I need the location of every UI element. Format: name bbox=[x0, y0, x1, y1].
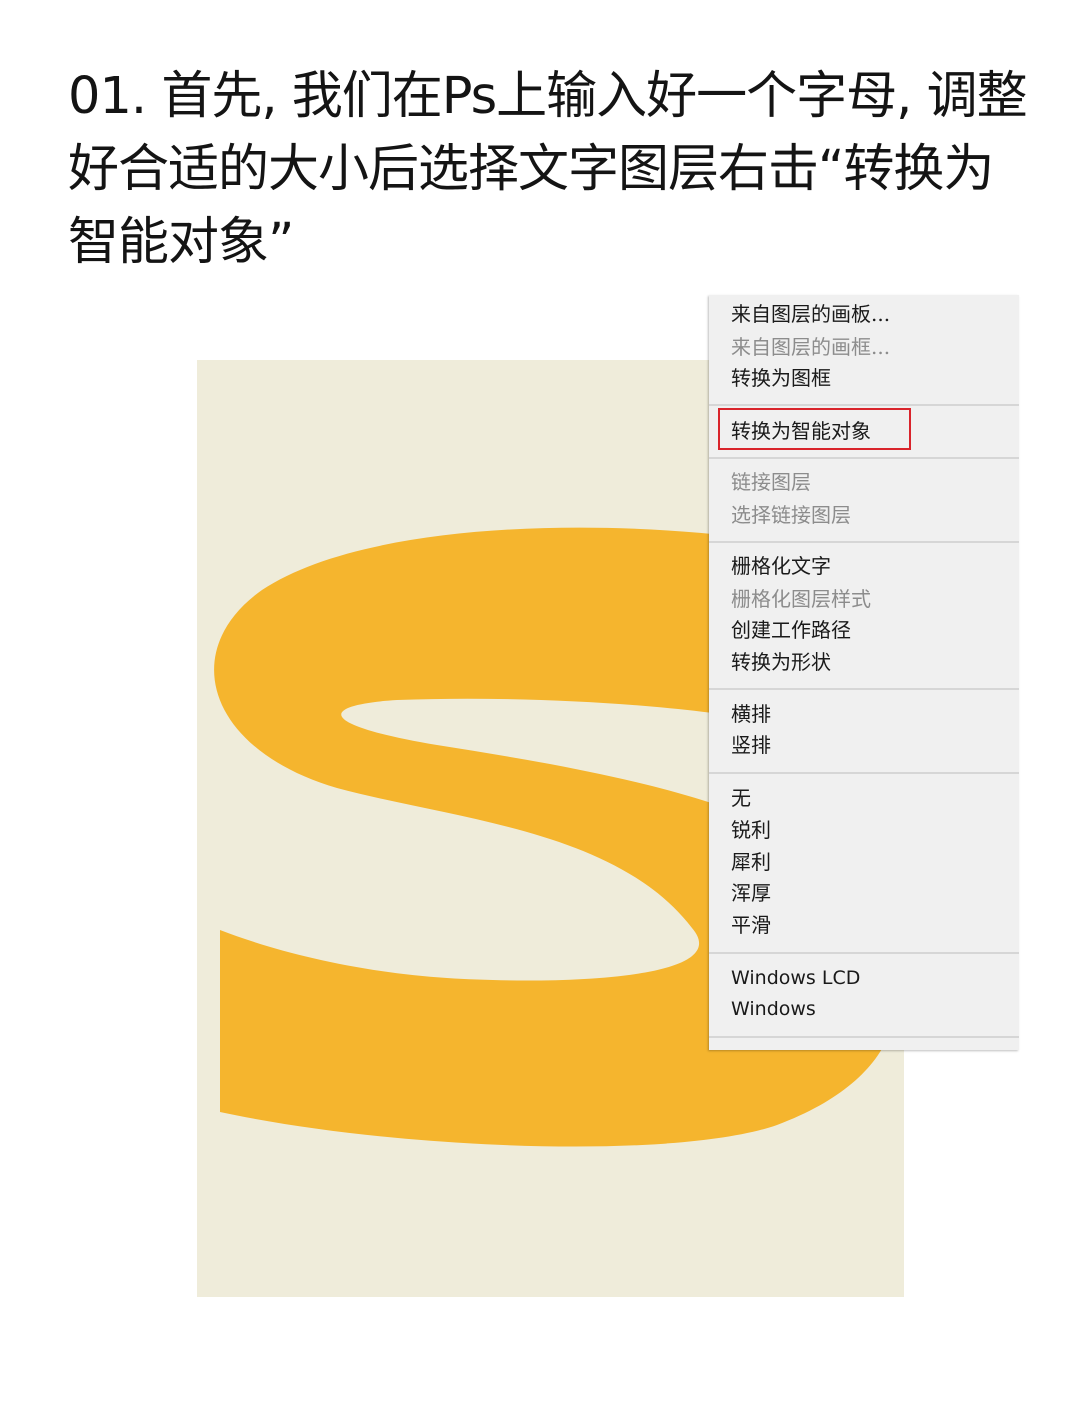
menu-item-windows[interactable]: Windows bbox=[731, 994, 816, 1024]
menu-item-create-work-path[interactable]: 创建工作路径 bbox=[731, 615, 851, 645]
menu-separator bbox=[709, 457, 1019, 459]
menu-item-vertical[interactable]: 竖排 bbox=[731, 730, 771, 760]
menu-item-artboard-from-layers[interactable]: 来自图层的画板... bbox=[731, 299, 890, 329]
menu-item-frame-from-layers[interactable]: 来自图层的画框... bbox=[731, 332, 890, 362]
menu-item-convert-to-smart-object[interactable]: 转换为智能对象 bbox=[731, 416, 871, 446]
menu-separator bbox=[709, 688, 1019, 690]
menu-item-aa-smooth[interactable]: 平滑 bbox=[731, 910, 771, 940]
menu-item-aa-sharp[interactable]: 锐利 bbox=[731, 815, 771, 845]
menu-separator bbox=[709, 952, 1019, 954]
menu-item-windows-lcd[interactable]: Windows LCD bbox=[731, 963, 860, 993]
menu-item-rasterize-type[interactable]: 栅格化文字 bbox=[731, 551, 831, 581]
page-title: 01. 首先, 我们在Ps上输入好一个字母, 调整好合适的大小后选择文字图层右击… bbox=[68, 67, 1028, 272]
menu-item-select-linked-layers[interactable]: 选择链接图层 bbox=[731, 500, 851, 530]
menu-separator bbox=[709, 1036, 1019, 1038]
menu-item-horizontal[interactable]: 横排 bbox=[731, 699, 771, 729]
menu-item-aa-none[interactable]: 无 bbox=[731, 783, 751, 813]
context-menu: 来自图层的画板... 来自图层的画框... 转换为图框 转换为智能对象 链接图层… bbox=[709, 295, 1019, 1050]
menu-separator bbox=[709, 541, 1019, 543]
menu-separator bbox=[709, 404, 1019, 406]
menu-separator bbox=[709, 772, 1019, 774]
menu-item-convert-to-shape[interactable]: 转换为形状 bbox=[731, 647, 831, 677]
menu-item-aa-crisp[interactable]: 犀利 bbox=[731, 847, 771, 877]
menu-item-rasterize-layer-style[interactable]: 栅格化图层样式 bbox=[731, 584, 871, 614]
menu-item-aa-strong[interactable]: 浑厚 bbox=[731, 878, 771, 908]
menu-item-convert-to-frame[interactable]: 转换为图框 bbox=[731, 363, 831, 393]
menu-item-link-layers[interactable]: 链接图层 bbox=[731, 467, 811, 497]
